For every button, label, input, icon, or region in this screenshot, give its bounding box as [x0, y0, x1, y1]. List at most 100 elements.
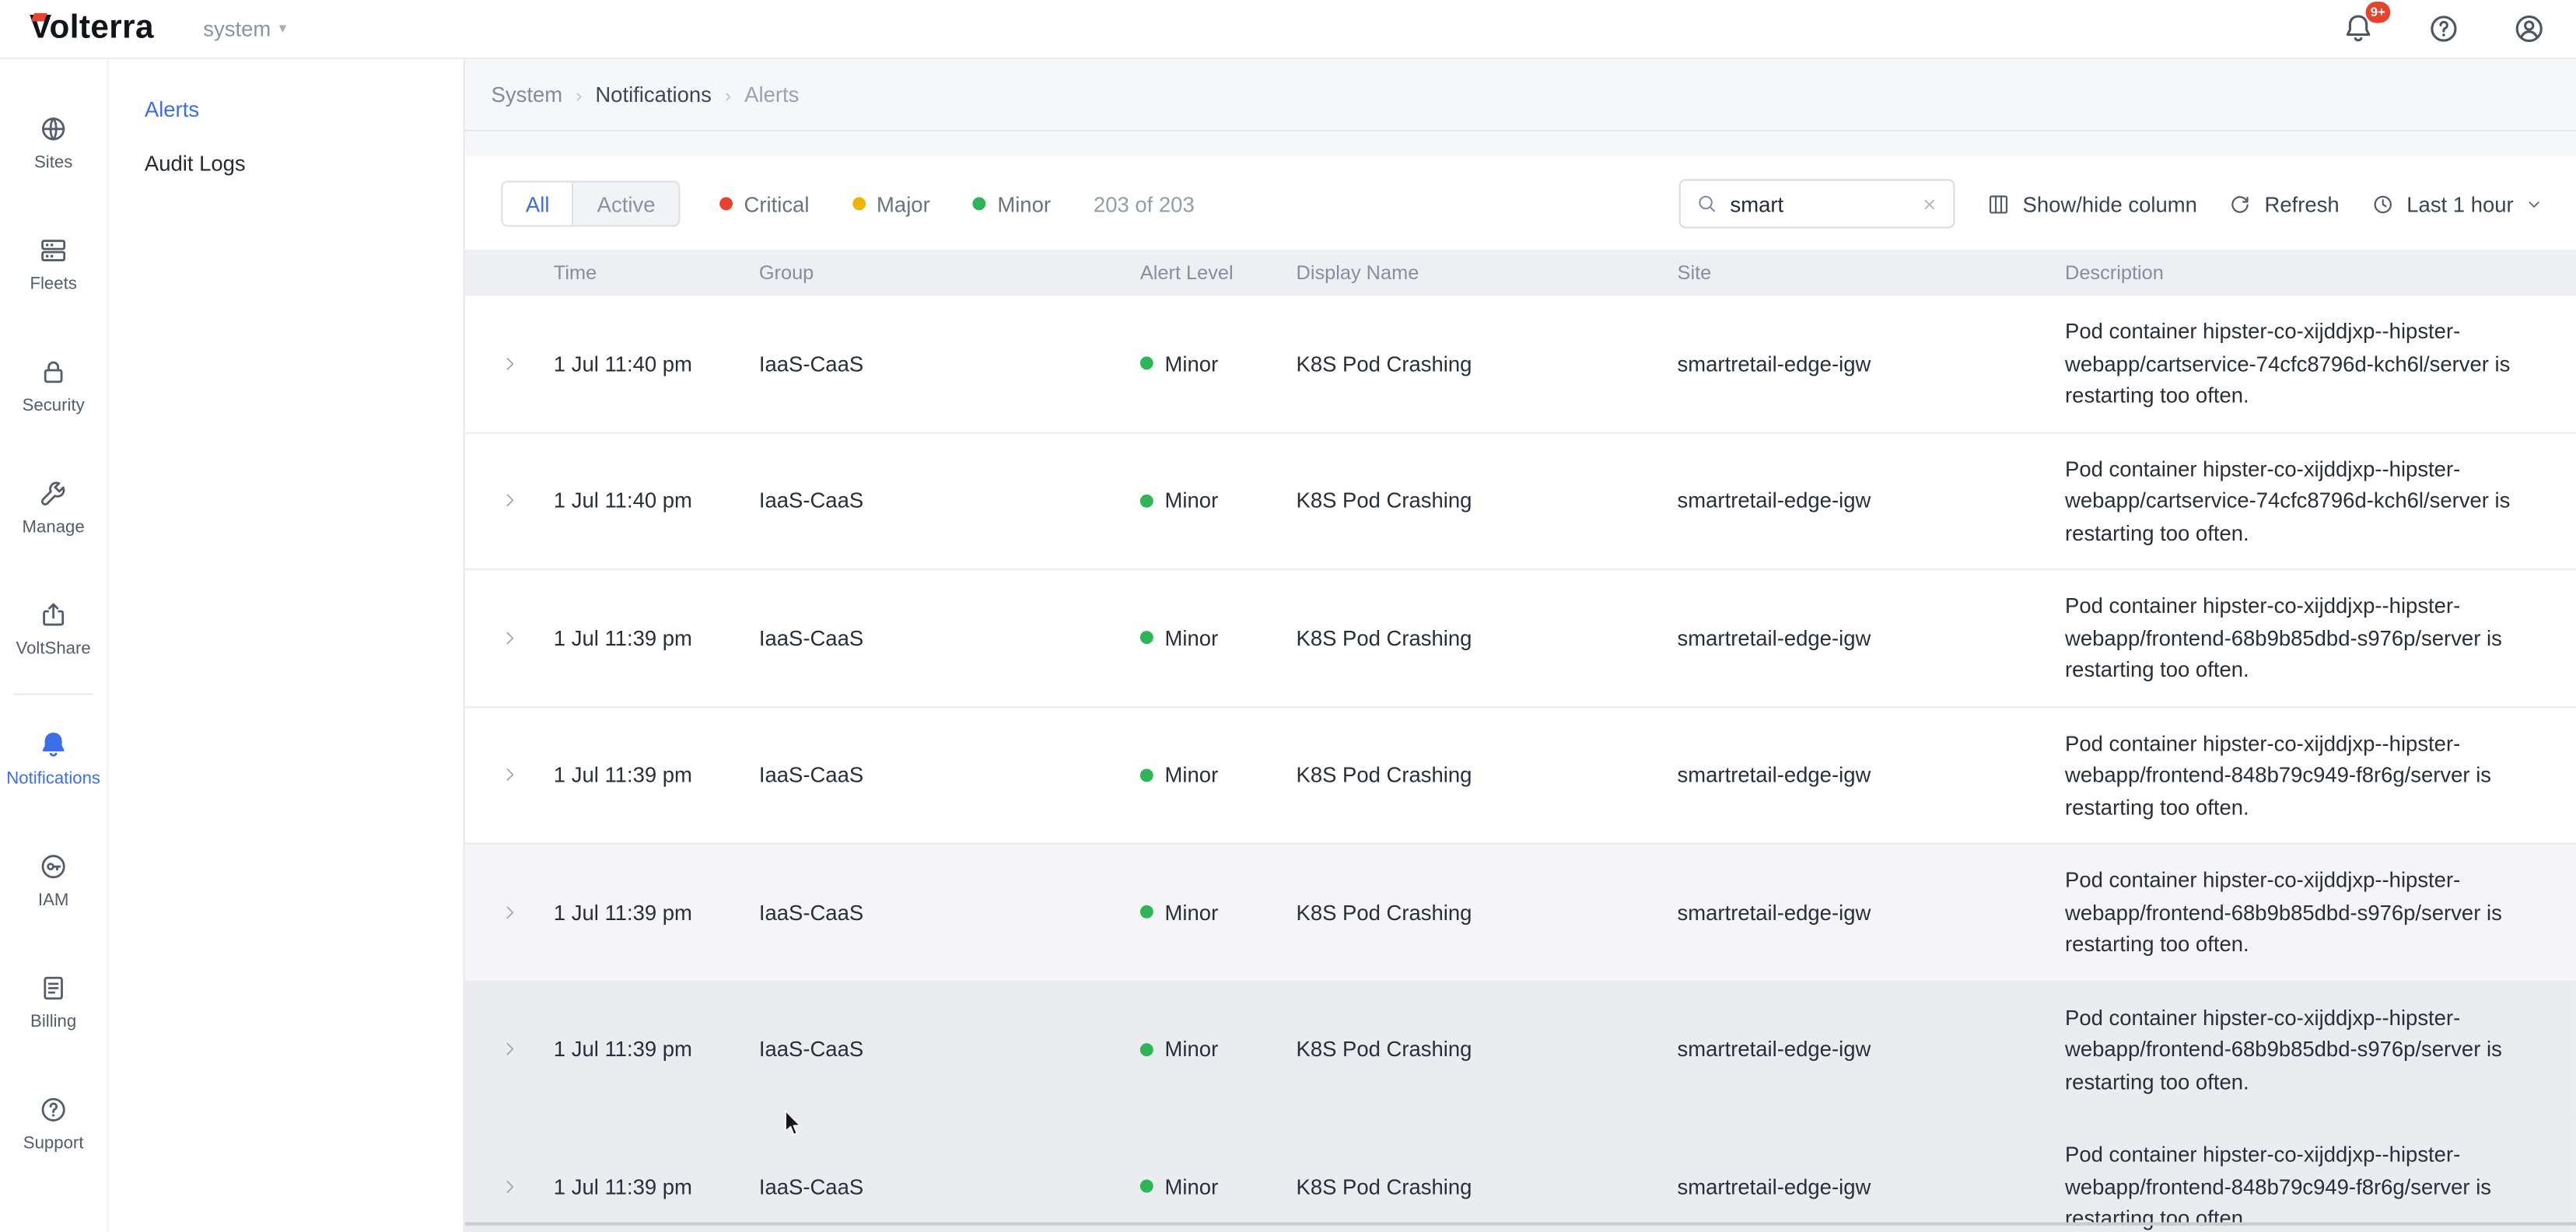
cell-site: smartretail-edge-igw [1678, 900, 2065, 925]
subnav-item-alerts[interactable]: Alerts [108, 82, 463, 137]
search-box[interactable] [1679, 179, 1955, 228]
cell-description: Pod container hipster-co-xijddjxp--hipst… [2065, 845, 2576, 980]
chevron-right-icon[interactable] [500, 492, 518, 509]
sidebar-item-manage[interactable]: Manage [0, 447, 107, 569]
cell-group: IaaS-CaaS [759, 900, 1140, 925]
cell-alert-level: Minor [1140, 1037, 1297, 1062]
table-row[interactable]: 1 Jul 11:39 pm IaaS-CaaS Minor K8S Pod C… [465, 1118, 2576, 1232]
alerts-filter-tabs: AllActive [501, 180, 680, 226]
tab-all[interactable]: All [502, 182, 574, 225]
sidebar-item-support[interactable]: Support [0, 1063, 107, 1185]
severity-dot [1140, 1180, 1153, 1193]
volterra-logo[interactable]: Volterra [30, 10, 154, 48]
sidebar-item-label: VoltShare [16, 639, 91, 659]
tenant-selector[interactable]: system ▾ [203, 16, 286, 41]
tab-active[interactable]: Active [574, 182, 678, 225]
clock-icon [2371, 191, 2396, 216]
main-content: System›Notifications›Alerts AllActive Cr… [465, 59, 2576, 1232]
time-range-select[interactable]: Last 1 hour [2371, 191, 2543, 216]
severity-dot [1140, 632, 1153, 645]
cell-time: 1 Jul 11:39 pm [554, 1037, 759, 1062]
cell-display-name: K8S Pod Crashing [1297, 488, 1678, 513]
cell-description: Pod container hipster-co-xijddjxp--hipst… [2065, 707, 2576, 842]
cell-site: smartretail-edge-igw [1678, 625, 2065, 650]
cell-display-name: K8S Pod Crashing [1297, 900, 1678, 925]
table-row[interactable]: 1 Jul 11:39 pm IaaS-CaaS Minor K8S Pod C… [465, 570, 2576, 707]
cell-description: Pod container hipster-co-xijddjxp--hipst… [2065, 433, 2576, 569]
chevron-right-icon[interactable] [500, 903, 518, 921]
sidebar-item-security[interactable]: Security [0, 325, 107, 446]
cell-description: Pod container hipster-co-xijddjxp--hipst… [2065, 1118, 2576, 1232]
sidebar-item-voltshare[interactable]: VoltShare [0, 569, 107, 690]
expand-cell [465, 766, 554, 784]
alert-level-label: Minor [1165, 1174, 1219, 1199]
column-header-time[interactable]: Time [554, 261, 759, 285]
legend-label: Major [877, 191, 930, 216]
cell-description: Pod container hipster-co-xijddjxp--hipst… [2065, 982, 2576, 1117]
search-input[interactable] [1731, 191, 1909, 216]
expand-cell [465, 355, 554, 373]
expand-cell [465, 903, 554, 921]
chevron-right-icon[interactable] [500, 1178, 518, 1195]
breadcrumb-item[interactable]: Notifications [595, 82, 712, 107]
cell-time: 1 Jul 11:40 pm [554, 351, 759, 376]
breadcrumb-item[interactable]: System [492, 82, 563, 107]
column-header-group[interactable]: Group [759, 261, 1140, 285]
iam-icon [38, 851, 69, 882]
result-count: 203 of 203 [1094, 191, 1195, 216]
user-menu-button[interactable] [2512, 12, 2546, 46]
show-hide-column-label: Show/hide column [2023, 191, 2197, 216]
sidebar-item-label: Manage [23, 517, 85, 537]
manage-icon [38, 478, 69, 509]
cell-site: smartretail-edge-igw [1678, 1174, 2065, 1199]
show-hide-column-button[interactable]: Show/hide column [1986, 191, 2197, 216]
chevron-right-icon[interactable] [500, 1041, 518, 1059]
column-header-display-name[interactable]: Display Name [1297, 261, 1678, 285]
table-row[interactable]: 1 Jul 11:40 pm IaaS-CaaS Minor K8S Pod C… [465, 296, 2576, 432]
cell-group: IaaS-CaaS [759, 1037, 1140, 1062]
sidebar-item-label: Support [23, 1133, 84, 1153]
cell-group: IaaS-CaaS [759, 351, 1140, 376]
cell-description: Pod container hipster-co-xijddjxp--hipst… [2065, 570, 2576, 705]
cell-group: IaaS-CaaS [759, 625, 1140, 650]
subnav-item-audit-logs[interactable]: Audit Logs [108, 136, 463, 191]
legend-dot [719, 197, 733, 210]
chevron-right-icon[interactable] [500, 766, 518, 784]
notification-badge: 9+ [2365, 2, 2390, 23]
help-button[interactable] [2427, 12, 2461, 46]
legend-dot [973, 197, 986, 210]
sidebar-item-sites[interactable]: Sites [0, 82, 107, 204]
cell-alert-level: Minor [1140, 1174, 1297, 1199]
cell-group: IaaS-CaaS [759, 763, 1140, 788]
breadcrumb-separator-icon: › [725, 83, 731, 107]
sidebar-item-notifications[interactable]: Notifications [0, 698, 107, 820]
refresh-button[interactable]: Refresh [2228, 191, 2340, 216]
sidebar-item-label: Security [23, 396, 85, 415]
table-header: TimeGroupAlert LevelDisplay NameSiteDesc… [465, 250, 2576, 296]
table-row[interactable]: 1 Jul 11:39 pm IaaS-CaaS Minor K8S Pod C… [465, 982, 2576, 1118]
notifications-bell-button[interactable]: 9+ [2341, 12, 2375, 46]
sidebar-divider [13, 693, 93, 695]
cell-description: Pod container hipster-co-xijddjxp--hipst… [2065, 296, 2576, 431]
chevron-right-icon[interactable] [500, 355, 518, 373]
table-row[interactable]: 1 Jul 11:39 pm IaaS-CaaS Minor K8S Pod C… [465, 845, 2576, 982]
clear-search-icon[interactable] [1921, 194, 1939, 212]
billing-icon [38, 972, 69, 1003]
column-header-alert-level[interactable]: Alert Level [1140, 261, 1297, 285]
sidebar-item-label: IAM [38, 891, 68, 910]
sidebar-item-billing[interactable]: Billing [0, 941, 107, 1062]
fleets-icon [38, 235, 69, 266]
chevron-right-icon[interactable] [500, 628, 518, 646]
chevron-down-icon [2525, 194, 2543, 212]
refresh-icon [2228, 191, 2253, 216]
table-row[interactable]: 1 Jul 11:40 pm IaaS-CaaS Minor K8S Pod C… [465, 433, 2576, 570]
column-header-description[interactable]: Description [2065, 261, 2576, 285]
alert-level-label: Minor [1165, 625, 1219, 650]
table-row[interactable]: 1 Jul 11:39 pm IaaS-CaaS Minor K8S Pod C… [465, 707, 2576, 844]
table-bottom-edge [465, 1222, 2576, 1225]
sidebar-item-fleets[interactable]: Fleets [0, 204, 107, 325]
column-header-site[interactable]: Site [1678, 261, 2065, 285]
search-icon [1696, 192, 1719, 215]
sidebar-item-iam[interactable]: IAM [0, 820, 107, 941]
alert-level-label: Minor [1165, 900, 1219, 925]
